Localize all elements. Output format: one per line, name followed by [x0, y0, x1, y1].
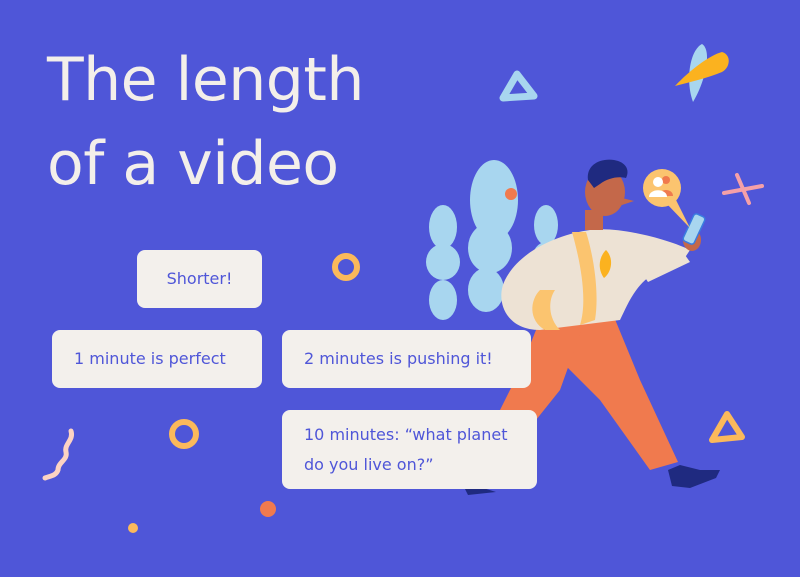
title-line-2: of a video [47, 129, 339, 199]
shoe-icon [668, 465, 720, 488]
page-title: The length of a video [47, 38, 364, 206]
chat-bubble-10-minutes: 10 minutes: “what planet do you live on?… [282, 410, 537, 489]
ring-icon [332, 253, 360, 281]
chat-bubble-2-minutes: 2 minutes is pushing it! [282, 330, 531, 388]
bubble-text: 1 minute is perfect [74, 349, 226, 368]
bubble-text-line-2: do you live on?” [304, 454, 434, 474]
bubble-text: Shorter! [166, 269, 233, 288]
illustration-canvas: The length of a video Shorter! 1 minute … [0, 0, 800, 577]
ring-icon [169, 419, 199, 449]
chat-bubble-1-minute: 1 minute is perfect [52, 330, 262, 388]
squiggle-icon [42, 428, 75, 481]
phone-icon [682, 213, 706, 245]
title-line-1: The length [47, 45, 364, 115]
bubble-text-block: 10 minutes: “what planet do you live on?… [304, 420, 507, 480]
chat-bubble-shorter: Shorter! [137, 250, 262, 308]
notification-bubble [643, 169, 681, 207]
cross-icon [722, 173, 764, 205]
bubble-text: 2 minutes is pushing it! [304, 349, 493, 368]
triangle-outline-icon [709, 411, 745, 443]
bubble-text-line-1: 10 minutes: “what planet [304, 424, 508, 444]
triangle-outline-icon [499, 70, 538, 102]
